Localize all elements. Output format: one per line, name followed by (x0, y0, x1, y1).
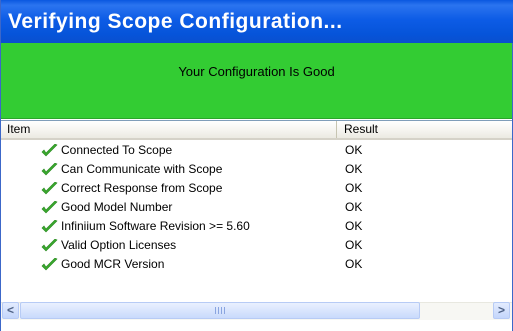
chevron-right-icon: > (497, 303, 505, 317)
status-banner: Your Configuration Is Good (1, 43, 512, 119)
row-item-label: Infiniium Software Revision >= 5.60 (61, 219, 250, 233)
row-item-label: Valid Option Licenses (61, 238, 177, 252)
column-header-result[interactable]: Result (338, 121, 512, 138)
checkmark-icon (41, 144, 58, 157)
row-item-label: Good MCR Version (61, 257, 165, 271)
scroll-left-button[interactable]: < (2, 302, 19, 319)
row-result-label: OK (345, 238, 363, 252)
list-row[interactable]: Good Model Number OK (1, 199, 512, 218)
column-header-item[interactable]: Item (1, 121, 337, 138)
status-message: Your Configuration Is Good (178, 64, 335, 79)
checkmark-icon (41, 201, 58, 214)
dialog-window: Verifying Scope Configuration... Your Co… (0, 0, 513, 331)
checkmark-icon (41, 163, 58, 176)
checkmark-icon (41, 182, 58, 195)
checkmark-icon (41, 258, 58, 271)
row-result-label: OK (345, 162, 363, 176)
list-row[interactable]: Correct Response from Scope OK (1, 180, 512, 199)
horizontal-scrollbar[interactable]: < > (1, 294, 512, 331)
chevron-left-icon: < (6, 303, 14, 317)
list-row[interactable]: Good MCR Version OK (1, 256, 512, 275)
scrollbar-thumb[interactable] (20, 302, 420, 319)
checkmark-icon (41, 239, 58, 252)
list-rows: Connected To Scope OK Can Communicate wi… (1, 142, 512, 275)
list-row[interactable]: Valid Option Licenses OK (1, 237, 512, 256)
grip-icon (215, 307, 225, 314)
row-result-label: OK (345, 143, 363, 157)
checkmark-icon (41, 220, 58, 233)
row-result-label: OK (345, 181, 363, 195)
scroll-right-button[interactable]: > (493, 302, 510, 319)
title-bar[interactable]: Verifying Scope Configuration... (1, 0, 513, 43)
list-row[interactable]: Infiniium Software Revision >= 5.60 OK (1, 218, 512, 237)
window-title: Verifying Scope Configuration... (8, 10, 343, 33)
list-header: Item Result (1, 121, 512, 140)
row-item-label: Good Model Number (61, 200, 173, 214)
row-result-label: OK (345, 219, 363, 233)
row-item-label: Connected To Scope (61, 143, 173, 157)
row-item-label: Can Communicate with Scope (61, 162, 223, 176)
row-result-label: OK (345, 200, 363, 214)
list-row[interactable]: Connected To Scope OK (1, 142, 512, 161)
row-item-label: Correct Response from Scope (61, 181, 223, 195)
list-row[interactable]: Can Communicate with Scope OK (1, 161, 512, 180)
row-result-label: OK (345, 257, 363, 271)
